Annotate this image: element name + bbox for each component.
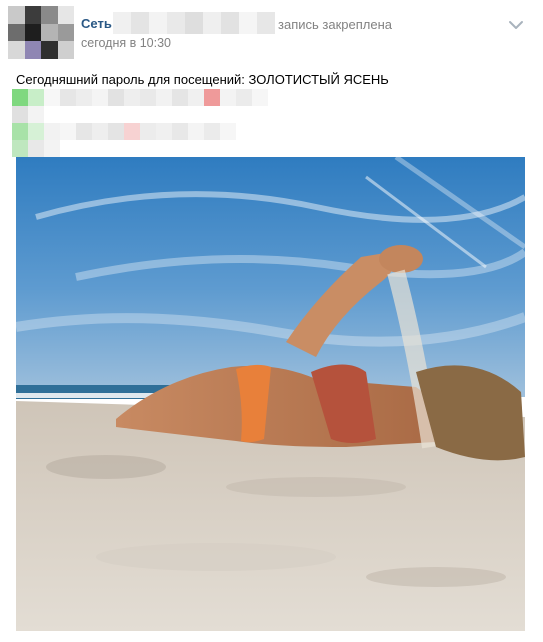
wall-post: Сеть запись закреплена сегодня в 10:30 С… <box>0 0 543 642</box>
redacted-text-row <box>12 106 108 123</box>
redacted-name-block <box>113 12 275 34</box>
avatar[interactable] <box>8 6 74 59</box>
pinned-note: запись закреплена <box>278 17 392 32</box>
post-photo[interactable] <box>16 157 525 631</box>
post-time-link[interactable]: сегодня в 10:30 <box>81 36 171 50</box>
redacted-text-row <box>12 123 236 140</box>
redacted-text-row <box>12 140 60 157</box>
author-name-link[interactable]: Сеть <box>81 16 112 31</box>
chevron-down-icon[interactable] <box>508 18 524 30</box>
redacted-text-row <box>12 89 268 106</box>
post-text: Сегодняшний пароль для посещений: ЗОЛОТИ… <box>16 72 389 87</box>
